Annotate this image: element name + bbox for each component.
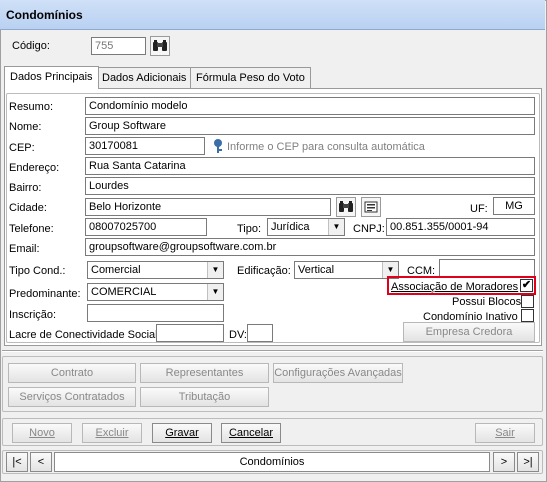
tipo-label: Tipo: (237, 223, 262, 235)
bairro-input[interactable]: Lourdes (85, 177, 535, 195)
inscricao-label: Inscrição: (9, 309, 57, 321)
nav-prev-button[interactable]: < (30, 452, 52, 472)
contrato-button[interactable]: Contrato (8, 363, 136, 383)
uf-input[interactable]: MG (493, 197, 535, 215)
novo-button[interactable]: Novo (12, 423, 72, 443)
cancelar-button[interactable]: Cancelar (221, 423, 281, 443)
endereco-input[interactable]: Rua Santa Catarina (85, 157, 535, 175)
cnpj-label: CNPJ: (353, 223, 385, 235)
telefone-input[interactable]: 08007025700 (85, 218, 207, 236)
separator (2, 350, 543, 352)
cidade-search-button[interactable] (336, 197, 356, 217)
chevron-down-icon: ▼ (328, 219, 344, 235)
cep-input[interactable]: 30170081 (85, 137, 205, 155)
tipo-cond-label: Tipo Cond.: (9, 265, 66, 277)
predominante-select[interactable]: COMERCIAL ▼ (87, 283, 224, 301)
predominante-value: COMERCIAL (91, 286, 157, 298)
sair-label: Sair (495, 427, 515, 439)
dv-label: DV: (229, 329, 247, 341)
cep-hint: Informe o CEP para consulta automática (227, 141, 425, 153)
binoculars-icon (339, 201, 353, 212)
chevron-down-icon: ▼ (207, 262, 223, 278)
edificacao-select[interactable]: Vertical ▼ (294, 261, 399, 279)
chevron-down-icon: ▼ (207, 284, 223, 300)
possui-blocos-checkbox[interactable] (521, 295, 534, 308)
codigo-input[interactable]: 755 (91, 37, 146, 55)
servicos-contratados-button[interactable]: Serviços Contratados (8, 387, 136, 407)
possui-blocos-label: Possui Blocos (452, 296, 522, 308)
representantes-button[interactable]: Representantes (140, 363, 269, 383)
gravar-label: Gravar (165, 427, 199, 439)
cidade-register-button[interactable] (361, 197, 381, 217)
binoculars-icon (153, 40, 167, 51)
tipo-cond-select[interactable]: Comercial ▼ (87, 261, 224, 279)
codigo-search-button[interactable] (150, 36, 170, 56)
uf-label: UF: (470, 203, 488, 215)
key-icon (214, 139, 222, 153)
tab-dados-adicionais[interactable]: Dados Adicionais (96, 67, 193, 88)
tab-dados-principais[interactable]: Dados Principais (4, 66, 99, 89)
sair-button[interactable]: Sair (475, 423, 535, 443)
configuracoes-avancadas-button[interactable]: Configurações Avançadas (273, 363, 403, 383)
lacre-input[interactable] (156, 324, 224, 342)
resumo-label: Resumo: (9, 101, 54, 113)
tipo-value: Jurídica (271, 221, 310, 233)
cidade-label: Cidade: (9, 202, 47, 214)
predominante-label: Predominante: (9, 288, 81, 300)
cidade-input[interactable]: Belo Horizonte (85, 198, 331, 216)
tributacao-button[interactable]: Tributação (140, 387, 269, 407)
nav-last-button[interactable]: >| (517, 452, 539, 472)
gravar-button[interactable]: Gravar (152, 423, 212, 443)
codigo-label: Código: (12, 40, 50, 52)
associacao-label: Associação de Moradores (391, 281, 519, 293)
empresa-credora-button[interactable]: Empresa Credora (403, 322, 535, 342)
email-input[interactable]: groupsoftware@groupsoftware.com.br (85, 238, 535, 256)
nome-label: Nome: (9, 121, 42, 133)
cep-label: CEP: (9, 142, 35, 154)
resumo-input[interactable]: Condomínio modelo (85, 97, 535, 115)
associacao-checkbox[interactable]: ✔ (520, 279, 533, 292)
nome-input[interactable]: Group Software (85, 117, 535, 135)
endereco-label: Endereço: (9, 162, 60, 174)
email-label: Email: (9, 243, 40, 255)
condominio-inativo-checkbox[interactable] (521, 309, 534, 322)
register-icon (364, 201, 378, 213)
excluir-button[interactable]: Excluir (82, 423, 142, 443)
tab-formula-peso-voto[interactable]: Fórmula Peso do Voto (190, 67, 311, 88)
window-title: Condomínios (0, 0, 545, 30)
nav-first-button[interactable]: |< (6, 452, 28, 472)
edificacao-label: Edificação: (237, 265, 291, 277)
inscricao-input[interactable] (87, 304, 224, 322)
cancelar-label: Cancelar (228, 427, 274, 439)
nav-next-button[interactable]: > (493, 452, 515, 472)
lacre-label: Lacre de Conectividade Social: (9, 329, 161, 341)
cnpj-input[interactable]: 00.851.355/0001-94 (386, 218, 535, 236)
edificacao-value: Vertical (298, 264, 335, 276)
nav-record-label: Condomínios (54, 452, 490, 472)
novo-label: Novo (29, 427, 55, 439)
tipo-cond-value: Comercial (91, 264, 141, 276)
telefone-label: Telefone: (9, 223, 54, 235)
tipo-select[interactable]: Jurídica ▼ (267, 218, 345, 236)
bairro-label: Bairro: (9, 182, 42, 194)
dv-input[interactable] (247, 324, 273, 342)
ccm-input[interactable] (439, 259, 535, 277)
excluir-label: Excluir (95, 427, 129, 439)
